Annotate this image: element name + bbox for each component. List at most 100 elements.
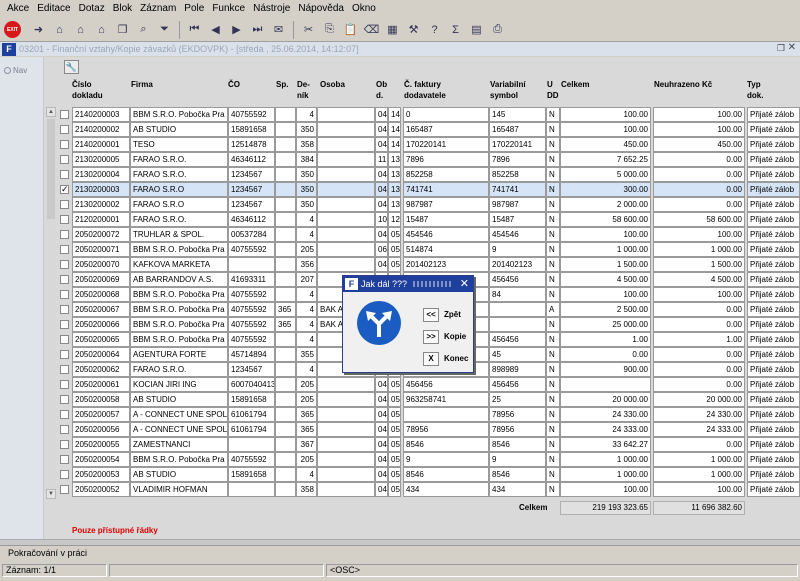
end-button[interactable]: X [423, 352, 439, 366]
table-row[interactable]: 2050200054 BBM S.R.O. Pobočka Pra 40755592… [58, 452, 800, 467]
cell-co[interactable]: 46346112 [228, 212, 275, 227]
cell-co[interactable] [228, 482, 275, 497]
menu-item[interactable]: Pole [180, 0, 208, 18]
cell-sp[interactable] [275, 197, 296, 212]
cell-denik[interactable]: 4 [296, 362, 317, 377]
cell-co[interactable]: 40755592 [228, 317, 275, 332]
cell-month[interactable]: 04 [375, 257, 388, 272]
cell-udd[interactable]: N [546, 212, 560, 227]
cell-celkem[interactable]: 24 330.00 [560, 407, 651, 422]
back-label[interactable]: Zpět [444, 308, 461, 322]
cell-osoba[interactable] [317, 152, 375, 167]
cell-month[interactable]: 06 [375, 242, 388, 257]
cell-cislo[interactable]: 2120200001 [72, 212, 130, 227]
cell-year[interactable]: 05 [388, 482, 401, 497]
menu-item[interactable]: Nápověda [294, 0, 348, 18]
menu-item[interactable]: Editace [33, 0, 74, 18]
menu-item[interactable]: Okno [348, 0, 380, 18]
cell-faktura[interactable]: 852258 [403, 167, 489, 182]
cell-firma[interactable]: AB STUDIO [130, 122, 228, 137]
cell-osoba[interactable] [317, 107, 375, 122]
cell-cislo[interactable]: 2130200005 [72, 152, 130, 167]
cell-celkem[interactable]: 7 652.25 [560, 152, 651, 167]
table-row[interactable]: ✓ 2130200003 FARAO S.R.O 1234567 350 04 13 7417… [58, 182, 800, 197]
cell-vs[interactable]: 15487 [489, 212, 546, 227]
cell-month[interactable]: 04 [375, 137, 388, 152]
cell-cislo[interactable]: 2050200068 [72, 287, 130, 302]
cell-co[interactable]: 40755592 [228, 452, 275, 467]
table-row[interactable]: 2050200052 VLADIMIR HOFMAN 358 04 05 434 434 N 1… [58, 482, 800, 497]
cell-vs[interactable] [489, 317, 546, 332]
cell-sp[interactable] [275, 332, 296, 347]
cell-co[interactable]: 46346112 [228, 152, 275, 167]
table-row[interactable]: 2050200070 KAFKOVA MARKETA 356 04 05 20140212… [58, 257, 800, 272]
cell-vs[interactable]: 145 [489, 107, 546, 122]
cell-typ[interactable]: Přijaté zálob [747, 302, 800, 317]
next-record-icon[interactable]: ▶ [227, 20, 246, 39]
cell-cislo[interactable]: 2130200002 [72, 197, 130, 212]
cell-denik[interactable]: 4 [296, 107, 317, 122]
cell-celkem[interactable]: 20 000.00 [560, 392, 651, 407]
cell-neuhrazeno[interactable]: 0.00 [653, 152, 745, 167]
cell-osoba[interactable] [317, 242, 375, 257]
cell-year[interactable]: 05 [388, 377, 401, 392]
cell-celkem[interactable]: 450.00 [560, 137, 651, 152]
paste-icon[interactable]: 📋 [341, 20, 360, 39]
row-checkbox[interactable] [60, 440, 69, 449]
row-checkbox[interactable] [60, 230, 69, 239]
back-arrow-icon[interactable]: ➜ [29, 20, 48, 39]
cell-vs[interactable]: 165487 [489, 122, 546, 137]
cell-firma[interactable]: AB STUDIO [130, 467, 228, 482]
cell-udd[interactable]: N [546, 242, 560, 257]
cell-neuhrazeno[interactable]: 24 333.00 [653, 422, 745, 437]
row-checkbox[interactable] [60, 335, 69, 344]
cell-faktura[interactable]: 165487 [403, 122, 489, 137]
cell-cislo[interactable]: 2050200055 [72, 437, 130, 452]
cell-cislo[interactable]: 2050200067 [72, 302, 130, 317]
table-row[interactable]: 2050200057 A - CONNECT UNE SPOL 61061794 36… [58, 407, 800, 422]
cell-year[interactable]: 05 [388, 227, 401, 242]
cell-celkem[interactable]: 300.00 [560, 182, 651, 197]
cell-neuhrazeno[interactable]: 0.00 [653, 182, 745, 197]
row-checkbox[interactable] [60, 470, 69, 479]
cell-udd[interactable]: N [546, 167, 560, 182]
cell-celkem[interactable]: 900.00 [560, 362, 651, 377]
cell-denik[interactable]: 205 [296, 452, 317, 467]
cell-typ[interactable]: Přijaté zálob [747, 257, 800, 272]
cell-month[interactable]: 04 [375, 482, 388, 497]
tools-icon[interactable]: ⚒ [404, 20, 423, 39]
cell-typ[interactable]: Přijaté zálob [747, 392, 800, 407]
end-label[interactable]: Konec [444, 352, 468, 366]
cell-neuhrazeno[interactable]: 0.00 [653, 317, 745, 332]
cell-neuhrazeno[interactable]: 100.00 [653, 287, 745, 302]
cell-neuhrazeno[interactable]: 20 000.00 [653, 392, 745, 407]
cell-denik[interactable]: 356 [296, 257, 317, 272]
cell-vs[interactable]: 456456 [489, 377, 546, 392]
cell-co[interactable]: 1234567 [228, 362, 275, 377]
row-checkbox[interactable]: ✓ [60, 185, 69, 194]
cell-neuhrazeno[interactable]: 0.00 [653, 302, 745, 317]
cell-celkem[interactable]: 1 000.00 [560, 467, 651, 482]
cell-udd[interactable]: N [546, 347, 560, 362]
cell-firma[interactable]: ZAMESTNANCI [130, 437, 228, 452]
cell-osoba[interactable] [317, 227, 375, 242]
cell-neuhrazeno[interactable]: 1 500.00 [653, 257, 745, 272]
cell-faktura[interactable]: 8546 [403, 467, 489, 482]
row-checkbox[interactable] [60, 320, 69, 329]
menu-item[interactable]: Záznam [136, 0, 180, 18]
cell-typ[interactable]: Přijaté zálob [747, 467, 800, 482]
cell-udd[interactable]: N [546, 467, 560, 482]
cell-cislo[interactable]: 2050200061 [72, 377, 130, 392]
cell-udd[interactable]: N [546, 272, 560, 287]
close-icon[interactable]: ✕ [788, 42, 796, 53]
cell-sp[interactable] [275, 167, 296, 182]
cell-vs[interactable]: 852258 [489, 167, 546, 182]
cell-faktura[interactable]: 15487 [403, 212, 489, 227]
cell-typ[interactable]: Přijaté zálob [747, 317, 800, 332]
cell-faktura[interactable]: 963258741 [403, 392, 489, 407]
scroll-thumb[interactable] [47, 119, 55, 219]
cell-udd[interactable]: N [546, 227, 560, 242]
cell-denik[interactable]: 350 [296, 182, 317, 197]
cell-vs[interactable]: 78956 [489, 422, 546, 437]
cell-vs[interactable]: 741741 [489, 182, 546, 197]
